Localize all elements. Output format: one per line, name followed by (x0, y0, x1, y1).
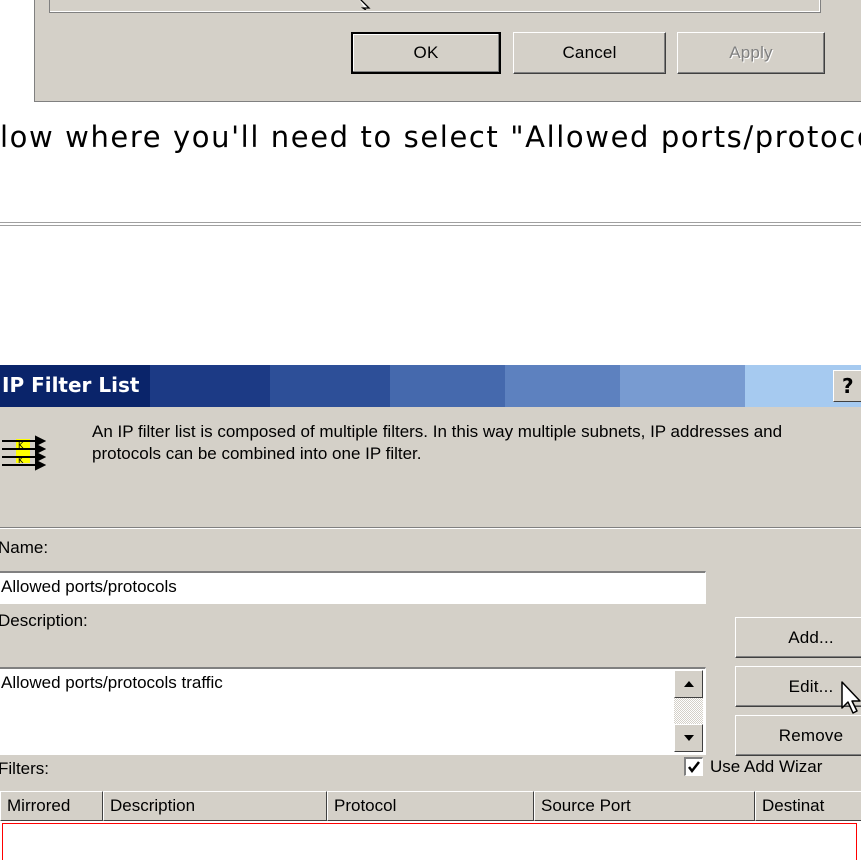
arrow-down-icon (683, 735, 694, 741)
previous-dialog-panel (49, 0, 821, 13)
title-bar[interactable]: IP Filter List ? (0, 365, 861, 407)
previous-dialog: OK Cancel Apply (34, 0, 861, 102)
help-button[interactable]: ? (833, 370, 861, 402)
cancel-button[interactable]: Cancel (513, 32, 666, 74)
checkmark-icon (688, 761, 700, 774)
apply-button-label: Apply (729, 43, 773, 62)
cancel-button-label: Cancel (562, 43, 617, 62)
remove-button[interactable]: Remove (735, 715, 861, 756)
filters-table-header: Mirrored Description Protocol Source Por… (0, 791, 861, 821)
header-description: An IP filter list is composed of multipl… (92, 422, 783, 463)
column-protocol[interactable]: Protocol (327, 791, 534, 821)
arrow-up-icon (683, 681, 694, 687)
article-text: low where you'll need to select "Allowed… (0, 120, 861, 154)
column-destination[interactable]: Destinat (755, 791, 861, 821)
name-label: Name: (0, 538, 49, 557)
add-button-label: Add... (788, 627, 834, 647)
add-button[interactable]: Add... (735, 617, 861, 658)
scroll-down-button[interactable] (674, 724, 703, 752)
column-mirrored[interactable]: Mirrored (0, 791, 103, 821)
description-textarea[interactable]: Allowed ports/protocols traffic (0, 667, 706, 755)
ok-button[interactable]: OK (351, 32, 501, 74)
ip-filter-list-icon: K K (2, 435, 46, 471)
name-input[interactable]: Allowed ports/protocols (0, 571, 706, 604)
svg-text:K: K (18, 441, 24, 450)
use-add-wizard-label: Use Add Wizar (710, 757, 823, 776)
svg-text:K: K (18, 456, 24, 465)
remove-button-label: Remove (778, 725, 844, 745)
filters-table-body[interactable] (0, 821, 861, 860)
description-scrollbar[interactable] (674, 670, 703, 752)
table-row[interactable] (2, 823, 857, 860)
use-add-wizard-checkbox[interactable] (684, 757, 703, 776)
scroll-up-button[interactable] (674, 670, 703, 698)
edit-button-label: Edit... (788, 676, 834, 696)
horizontal-rule (0, 222, 861, 226)
mouse-cursor-icon (841, 681, 861, 714)
mouse-cursor-icon (359, 0, 371, 10)
filters-label: Filters: (0, 759, 49, 778)
apply-button[interactable]: Apply (677, 32, 825, 74)
header-separator (0, 527, 861, 529)
ok-button-label: OK (413, 43, 439, 62)
description-label: Description: (0, 611, 88, 630)
column-source-port[interactable]: Source Port (534, 791, 755, 821)
column-description[interactable]: Description (103, 791, 327, 821)
dialog-title: IP Filter List (2, 373, 140, 397)
ip-filter-list-dialog: IP Filter List ? K K An IP filter list i… (0, 365, 861, 860)
